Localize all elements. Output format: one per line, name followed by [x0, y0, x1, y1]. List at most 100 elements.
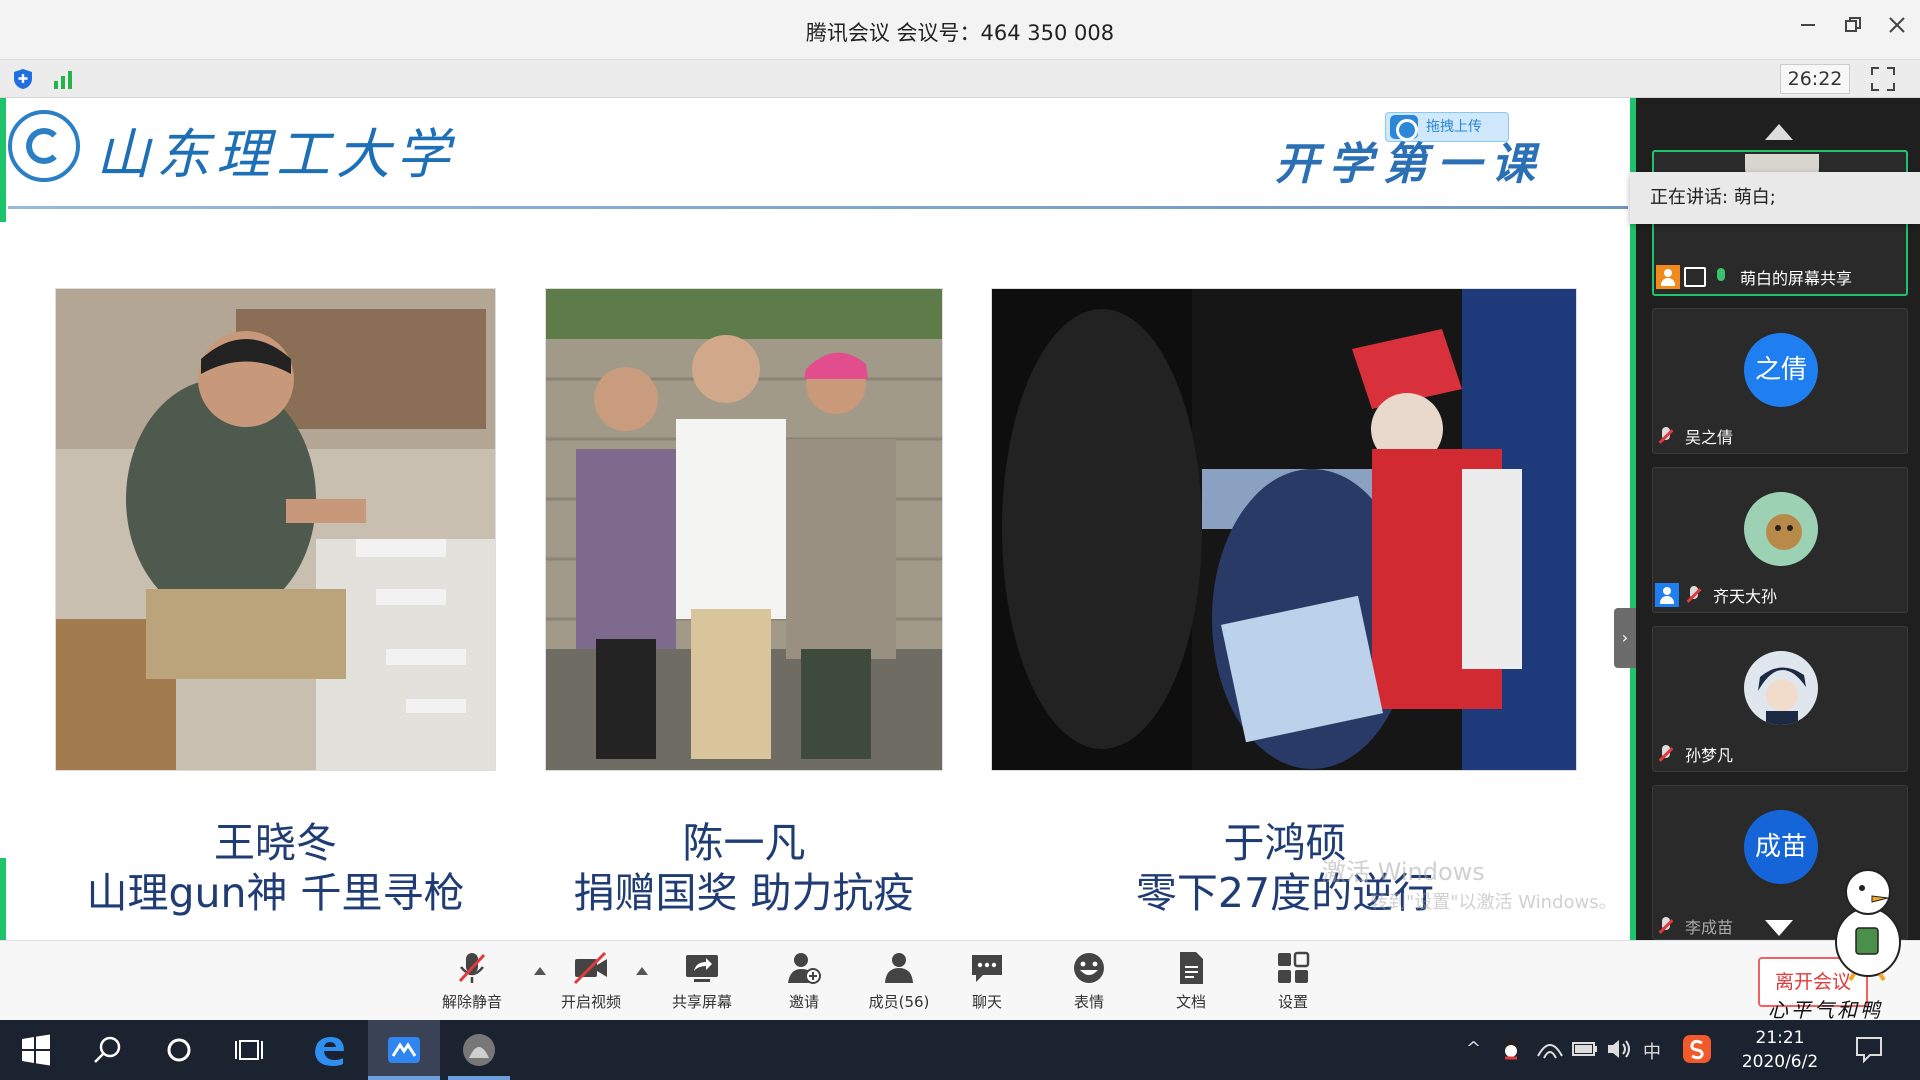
sogou-ime-icon[interactable] [1682, 1034, 1712, 1064]
host-badge-icon [1656, 265, 1680, 289]
mic-muted-icon [1655, 743, 1677, 765]
signal-icon[interactable] [52, 68, 76, 90]
participant-5-name: 李成苗 [1685, 918, 1734, 937]
participant-2-name: 吴之倩 [1685, 428, 1734, 447]
task-view-icon[interactable] [233, 1032, 269, 1068]
participant-1-name: 萌白的屏幕共享 [1740, 269, 1853, 288]
participant-1-status-bar: 萌白的屏幕共享 [1656, 264, 1852, 290]
speaking-label: 正在讲话: 萌白; [1650, 187, 1776, 208]
meeting-info-strip: 26:22 [0, 60, 1920, 98]
screen-share-icon [1684, 267, 1706, 287]
participant-tile-2[interactable]: 之倩 吴之倩 [1652, 308, 1908, 454]
caption-2-name: 陈一凡 [682, 819, 806, 867]
unmute-button[interactable]: 解除静音 [432, 951, 512, 1017]
participant-3-name: 齐天大孙 [1713, 587, 1778, 606]
photo-app-taskbar-button[interactable] [448, 1020, 510, 1080]
photo-app-icon [463, 1034, 495, 1066]
caption-1: 王晓冬 山理gun神 千里寻枪 [55, 818, 496, 918]
close-icon [1889, 17, 1905, 33]
audio-options-caret[interactable] [534, 967, 546, 975]
shield-icon[interactable] [12, 68, 34, 90]
settings-button[interactable]: 设置 [1253, 951, 1333, 1017]
mic-muted-icon [1655, 915, 1677, 937]
tray-clock[interactable]: 21:21 2020/6/2 [1740, 1026, 1820, 1074]
caption-2: 陈一凡 捐赠国奖 助力抗疫 [545, 818, 943, 918]
video-options-caret[interactable] [636, 967, 648, 975]
start-video-label: 开启视频 [560, 993, 621, 1011]
tencent-meeting-icon [388, 1037, 420, 1063]
members-icon [885, 953, 913, 983]
wifi-icon[interactable] [1536, 1036, 1564, 1062]
qq-tray-icon[interactable] [1496, 1034, 1526, 1064]
university-name: 山东理工大学 [96, 123, 456, 186]
document-icon [1180, 952, 1203, 984]
chat-button[interactable]: 聊天 [947, 951, 1027, 1017]
edge-browser-icon[interactable] [311, 1032, 347, 1068]
minimize-button[interactable] [1793, 14, 1823, 44]
unmute-label: 解除静音 [441, 993, 502, 1011]
cortana-icon[interactable] [161, 1032, 197, 1068]
meeting-timer: 26:22 [1780, 64, 1850, 94]
participant-2-status-bar: 吴之倩 [1655, 423, 1733, 449]
participant-4-avatar [1744, 651, 1818, 725]
battery-icon[interactable] [1572, 1038, 1598, 1060]
participant-tile-4[interactable]: 孙梦凡 [1652, 626, 1908, 772]
members-button[interactable]: 成员(56) [854, 951, 944, 1017]
invite-button[interactable]: 邀请 [764, 951, 844, 1017]
settings-label: 设置 [1277, 993, 1308, 1011]
fullscreen-icon[interactable] [1870, 66, 1896, 92]
shared-screen-slide: 山东理工大学 拖拽上传 开学第一课 王晓冬 山理gun神 千里寻枪 陈一凡 捐赠… [0, 98, 1636, 940]
tray-time: 21:21 [1755, 1028, 1805, 1048]
participant-tile-3[interactable]: 齐天大孙 [1652, 467, 1908, 613]
lesson-title: 开学第一课 [1275, 139, 1545, 190]
scroll-down-arrow[interactable] [1765, 920, 1793, 936]
activation-watermark-title: 激活 Windows [1322, 858, 1485, 886]
mic-on-icon [1710, 266, 1732, 288]
close-button[interactable] [1882, 14, 1912, 44]
search-icon[interactable] [90, 1032, 126, 1068]
share-screen-button[interactable]: 共享屏幕 [662, 951, 742, 1017]
ime-language-indicator[interactable]: 中 [1643, 1038, 1661, 1064]
caption-1-desc: 山理gun神 千里寻枪 [86, 869, 465, 917]
windows-taskbar: ^ 中 21:21 2020/6/2 [0, 1020, 1920, 1080]
tencent-meeting-taskbar-button[interactable] [368, 1020, 440, 1080]
photo-yu-hongshuo [991, 288, 1577, 771]
emoji-button[interactable]: 表情 [1049, 951, 1129, 1017]
chat-label: 聊天 [971, 993, 1002, 1011]
invite-icon [788, 953, 821, 984]
share-screen-label: 共享屏幕 [671, 993, 732, 1011]
participant-4-name: 孙梦凡 [1685, 746, 1734, 765]
share-border-left-bottom [0, 858, 6, 940]
university-logo [8, 110, 80, 182]
start-video-button[interactable]: 开启视频 [551, 951, 631, 1017]
participant-3-status-bar: 齐天大孙 [1655, 582, 1777, 608]
volume-icon[interactable] [1606, 1036, 1632, 1062]
tray-expand-icon[interactable]: ^ [1466, 1038, 1481, 1059]
duck-sticker-text: 心平气和鸭 [1768, 998, 1883, 1022]
participant-2-avatar: 之倩 [1744, 333, 1818, 407]
participant-5-status-bar: 李成苗 [1655, 913, 1733, 939]
participant-5-avatar: 成苗 [1744, 810, 1818, 884]
windows-start-icon[interactable] [18, 1032, 54, 1068]
chat-icon [972, 955, 1002, 982]
caption-1-name: 王晓冬 [214, 819, 337, 867]
speaking-indicator: 正在讲话: 萌白; [1630, 172, 1920, 224]
duck-sticker-icon [1835, 869, 1901, 982]
emoji-icon [1074, 953, 1104, 983]
window-title-bar: 腾讯会议 会议号：464 350 008 [0, 0, 1920, 60]
mic-muted-icon [1683, 584, 1705, 606]
members-label: 成员(56) [868, 993, 930, 1011]
share-screen-icon [686, 955, 718, 982]
action-center-icon[interactable] [1854, 1034, 1884, 1064]
document-button[interactable]: 文档 [1151, 951, 1231, 1017]
scroll-up-arrow[interactable] [1765, 124, 1793, 140]
minimize-icon [1801, 24, 1815, 26]
tray-date: 2020/6/2 [1741, 1052, 1819, 1072]
emoji-label: 表情 [1073, 993, 1104, 1011]
expand-sidebar-handle[interactable]: › [1614, 608, 1636, 668]
activation-watermark-hint: 转到"设置"以激活 Windows。 [1370, 892, 1617, 913]
restore-button[interactable] [1838, 14, 1868, 44]
camera-off-icon [573, 951, 607, 985]
restore-icon [1845, 17, 1861, 32]
participant-3-avatar [1744, 492, 1818, 566]
